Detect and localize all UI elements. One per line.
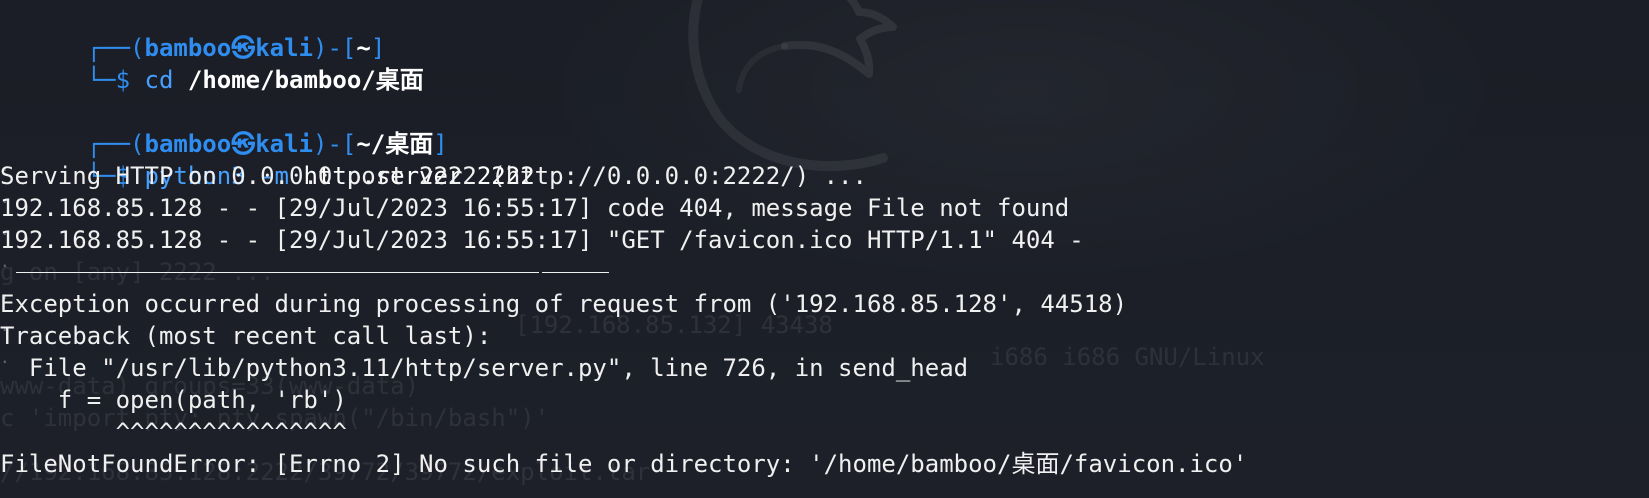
divider-right [542,272,609,273]
http-log-line: 192.168.85.128 - - [29/Jul/2023 16:55:17… [0,194,1070,222]
traceback-header: Traceback (most recent call last): [0,322,492,350]
exception-line: Exception occurred during processing of … [0,290,1128,318]
traceback-caret-line: ^^^^^^^^^^^^^^^^ [0,418,347,446]
divider-left [16,272,539,273]
traceback-file-line: File "/usr/lib/python3.11/http/server.py… [0,354,969,382]
prompt-user-host: bamboo㉿kali [144,130,314,158]
command-name: cd [144,66,174,94]
terminal-output: ┌──(bamboo㉿kali)-[~] └─$ cd /home/bamboo… [0,0,1649,498]
prompt-box-end: ] [433,130,448,158]
prompt-line-2-top: ┌──(bamboo㉿kali)-[~/桌面] [0,96,1649,158]
prompt-path: ~ [356,34,371,62]
traceback-code-line: f = open(path, 'rb') [0,386,347,414]
prompt-box-top: ┌──( [86,130,145,158]
prompt-box-bottom: └─ [86,66,116,94]
prompt-dollar: $ [115,66,131,94]
http-log-line: 192.168.85.128 - - [29/Jul/2023 16:55:17… [0,226,1084,254]
prompt-line-1-top: ┌──(bamboo㉿kali)-[~] [0,0,1649,62]
prompt-box-top: ┌──( [86,34,145,62]
prompt-box-middle: )-[ [313,34,357,62]
traceback-divider [0,256,1649,288]
prompt-path: ~/桌面 [356,130,434,158]
prompt-box-middle: )-[ [313,130,357,158]
prompt-user-host: bamboo㉿kali [144,34,314,62]
error-line: FileNotFoundError: [Errno 2] No such fil… [0,450,1248,478]
prompt-box-end: ] [370,34,386,62]
terminal-window[interactable]: g on [any] 2222 ... [192.168.85.132] 434… [0,0,1649,498]
server-start-line: Serving HTTP on 0.0.0.0 port 2222 (http:… [0,162,867,190]
command-argument: /home/bamboo/桌面 [187,66,424,94]
